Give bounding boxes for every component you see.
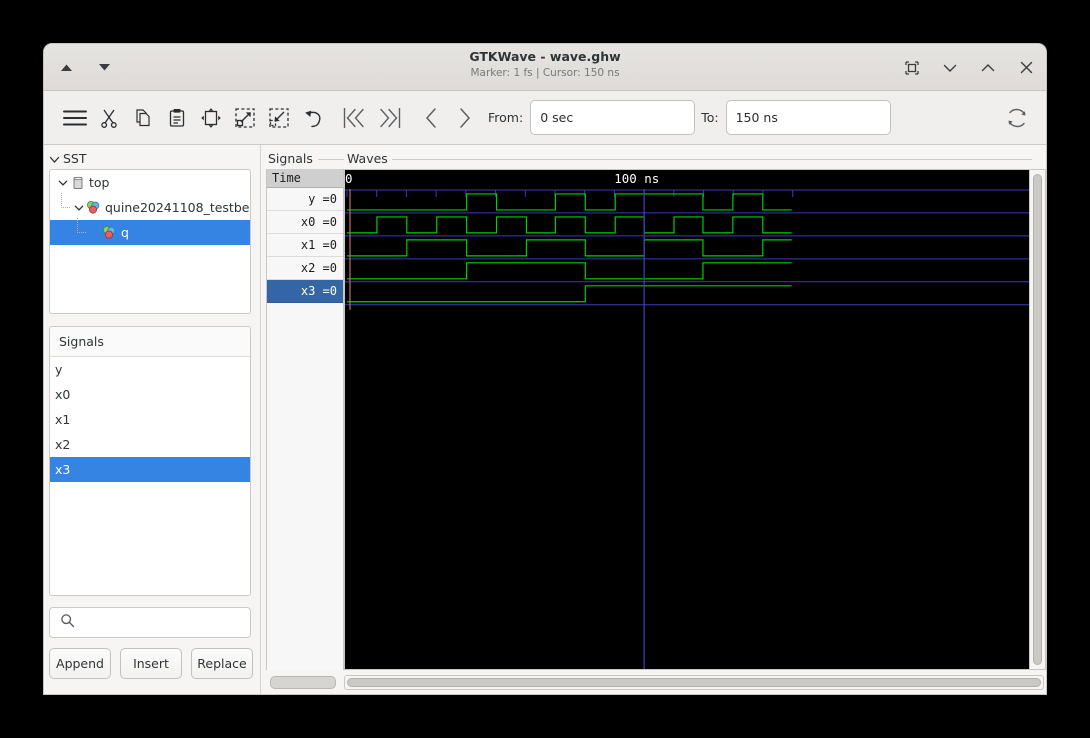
tree-item-q[interactable]: q xyxy=(50,218,250,245)
zoom-fit-icon[interactable] xyxy=(194,101,228,135)
wave-scrollbar-row xyxy=(344,670,1046,694)
tree-item-label: quine20241108_testben xyxy=(105,200,251,215)
desktop-background: GTKWave - wave.ghw Marker: 1 fs | Cursor… xyxy=(0,0,1090,738)
wave-horizontal-scrollbar-thumb[interactable] xyxy=(347,677,1041,687)
tree-item-label: q xyxy=(121,225,129,240)
signal-label: x1 xyxy=(55,412,71,427)
waveform-plot: 0 100 ns xyxy=(345,171,1029,669)
signal-item-x2[interactable]: x2 xyxy=(50,432,250,457)
wave-vertical-scrollbar[interactable] xyxy=(1030,168,1046,670)
tree-guide xyxy=(56,193,72,220)
go-to-end-icon[interactable] xyxy=(372,101,406,135)
from-value: 0 sec xyxy=(540,110,574,125)
maximize-icon[interactable] xyxy=(980,60,996,76)
tree-guide-2 xyxy=(72,218,88,245)
search-input[interactable] xyxy=(49,607,251,638)
titlebar-window-controls xyxy=(904,44,1034,91)
waves-header: Waves xyxy=(344,151,1046,169)
signal-label: x3 xyxy=(55,462,71,477)
wave-canvas[interactable]: 0 100 ns xyxy=(344,168,1030,670)
tree-item-top[interactable]: top xyxy=(50,170,250,195)
wave-name-x1[interactable]: x1 =0 xyxy=(267,234,343,257)
append-button[interactable]: Append xyxy=(49,648,111,679)
wave-names-column: Signals Time y =0 x0 =0 x1 =0 x2 =0 x3 =… xyxy=(266,145,344,694)
svg-text:0: 0 xyxy=(345,171,353,186)
to-input[interactable]: 150 ns xyxy=(725,100,891,135)
go-to-start-icon[interactable] xyxy=(338,101,372,135)
zoom-in-icon[interactable] xyxy=(262,101,296,135)
wave-names-list[interactable]: Time y =0 x0 =0 x1 =0 x2 =0 x3 =0 xyxy=(266,169,344,670)
sst-tree[interactable]: top quine20241108_testben q xyxy=(49,169,251,314)
signal-item-x1[interactable]: x1 xyxy=(50,407,250,432)
chevron-down-icon xyxy=(49,153,60,164)
from-input[interactable]: 0 sec xyxy=(530,100,696,135)
signal-label: y xyxy=(55,362,63,377)
chevron-down-icon[interactable] xyxy=(72,201,86,215)
gtkwave-window: GTKWave - wave.ghw Marker: 1 fs | Cursor… xyxy=(44,44,1046,694)
paste-icon[interactable] xyxy=(160,101,194,135)
tree-item-label: top xyxy=(89,175,110,190)
window-titlebar[interactable]: GTKWave - wave.ghw Marker: 1 fs | Cursor… xyxy=(44,44,1046,91)
copy-icon[interactable] xyxy=(126,101,160,135)
zoom-out-icon[interactable] xyxy=(228,101,262,135)
to-value: 150 ns xyxy=(735,110,778,125)
chevron-down-icon[interactable] xyxy=(56,176,70,190)
wave-view-column: Waves 0 100 ns xyxy=(344,145,1046,694)
window-subtitle: Marker: 1 fs | Cursor: 150 ns xyxy=(470,67,620,79)
module-icon xyxy=(70,175,85,190)
minimize-icon[interactable] xyxy=(942,60,958,76)
wave-horizontal-scrollbar[interactable] xyxy=(344,674,1044,690)
signal-item-x0[interactable]: x0 xyxy=(50,382,250,407)
scroll-up-icon[interactable] xyxy=(58,60,74,76)
search-icon xyxy=(60,613,75,632)
signals-list[interactable]: y x0 x1 x2 x3 xyxy=(50,357,250,595)
tree-item-testbench[interactable]: quine20241108_testben xyxy=(50,193,251,220)
insert-button[interactable]: Insert xyxy=(120,648,182,679)
wave-name-x2[interactable]: x2 =0 xyxy=(267,257,343,280)
sst-header-label: SST xyxy=(63,151,87,166)
to-label: To: xyxy=(701,110,719,125)
close-icon[interactable] xyxy=(1018,60,1034,76)
signal-item-y[interactable]: y xyxy=(50,357,250,382)
undo-icon[interactable] xyxy=(296,101,330,135)
instance-icon xyxy=(102,225,117,240)
next-edge-icon[interactable] xyxy=(448,101,482,135)
instance-icon xyxy=(86,200,101,215)
titlebar-left-controls xyxy=(58,44,112,91)
names-scrollbar-row xyxy=(266,670,344,694)
window-body: SST top quine20241108_testben q Signals … xyxy=(44,145,1046,694)
reload-icon[interactable] xyxy=(1000,101,1034,135)
wave-name-x3[interactable]: x3 =0 xyxy=(267,280,343,303)
window-title-block: GTKWave - wave.ghw Marker: 1 fs | Cursor… xyxy=(44,49,1046,80)
sst-header[interactable]: SST xyxy=(49,151,251,169)
wave-name-x0[interactable]: x0 =0 xyxy=(267,211,343,234)
scroll-down-icon[interactable] xyxy=(96,60,112,76)
names-horizontal-scrollbar[interactable] xyxy=(270,675,336,689)
replace-button[interactable]: Replace xyxy=(191,648,253,679)
signals-panel: Signals y x0 x1 x2 x3 xyxy=(49,326,251,596)
svg-text:100 ns: 100 ns xyxy=(614,171,659,186)
pane-splitter[interactable] xyxy=(256,145,266,694)
wave-canvas-wrapper: 0 100 ns xyxy=(344,168,1046,670)
signal-label: x2 xyxy=(55,437,71,452)
restore-icon[interactable] xyxy=(904,60,920,76)
signal-item-x3[interactable]: x3 xyxy=(50,457,250,482)
wave-names-header: Signals xyxy=(266,151,344,169)
time-row-label: Time xyxy=(267,169,343,188)
window-title: GTKWave - wave.ghw xyxy=(469,49,621,64)
previous-edge-icon[interactable] xyxy=(414,101,448,135)
wave-name-y[interactable]: y =0 xyxy=(267,188,343,211)
wave-vertical-scrollbar-thumb[interactable] xyxy=(1033,173,1042,665)
cut-icon[interactable] xyxy=(92,101,126,135)
hamburger-menu-icon[interactable] xyxy=(58,101,92,135)
left-pane: SST top quine20241108_testben q Signals … xyxy=(44,145,256,694)
signals-panel-header: Signals xyxy=(50,327,250,357)
main-toolbar: From: 0 sec To: 150 ns xyxy=(44,91,1046,145)
action-button-row: Append Insert Replace xyxy=(49,648,253,679)
from-label: From: xyxy=(488,110,524,125)
signal-label: x0 xyxy=(55,387,71,402)
